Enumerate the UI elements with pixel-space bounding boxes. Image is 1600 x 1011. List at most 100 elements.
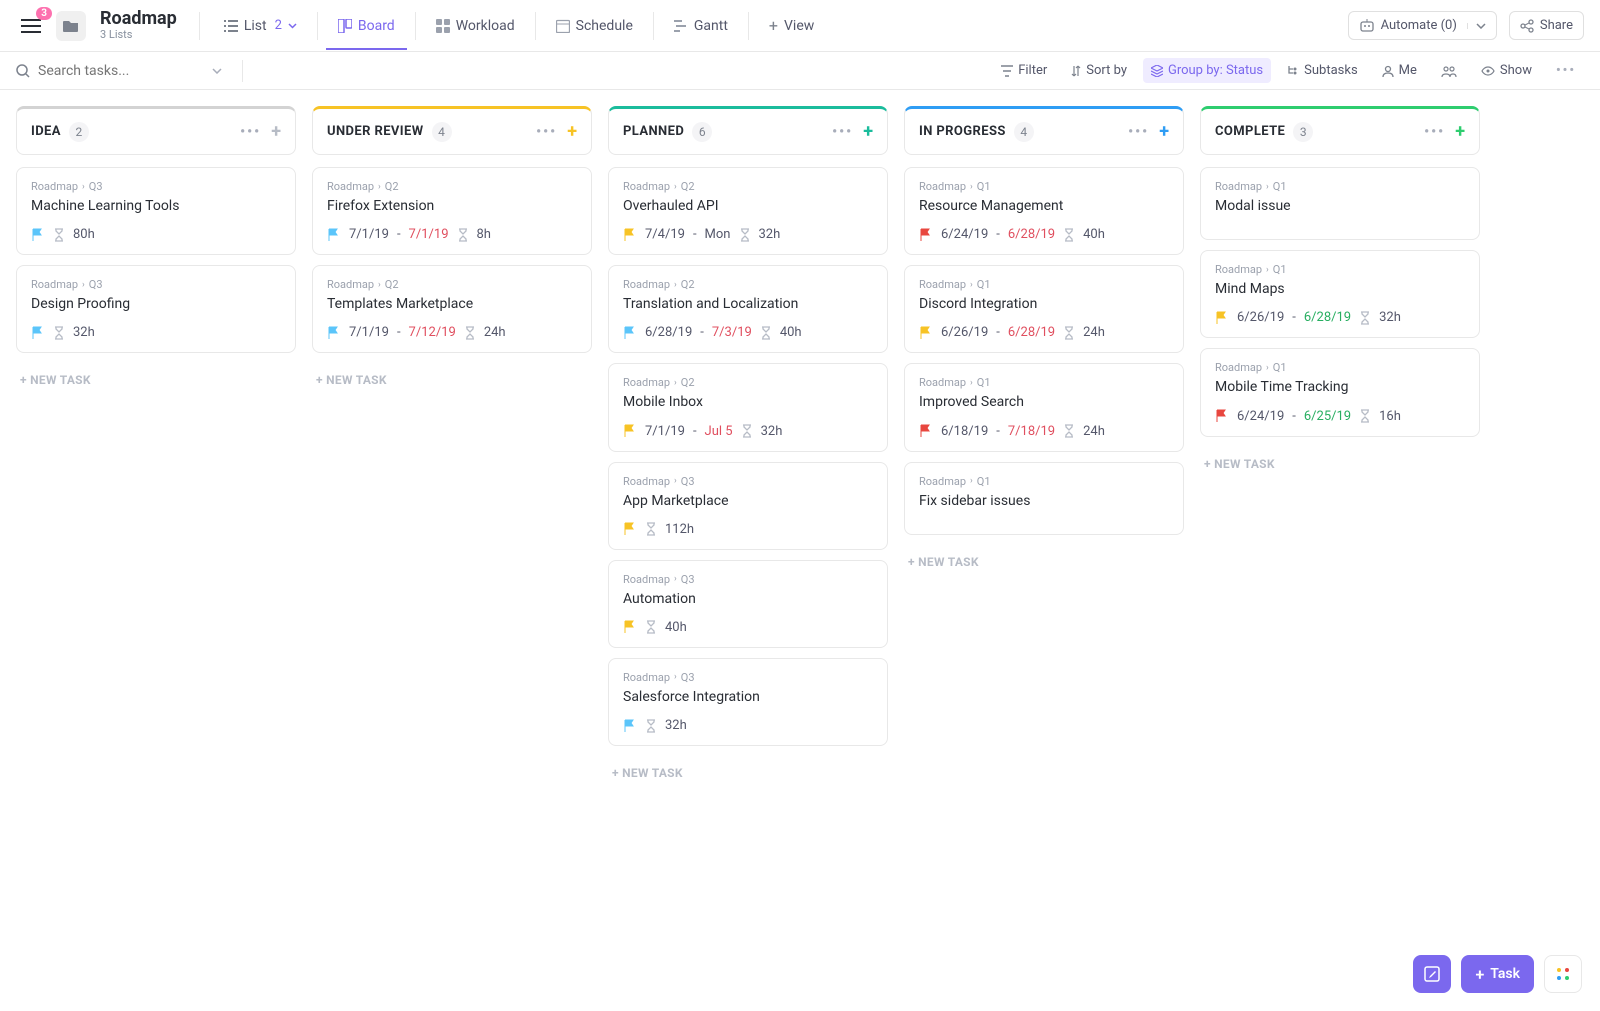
menu-button[interactable]: 3 xyxy=(16,11,46,41)
new-task-button[interactable]: + NEW TASK xyxy=(16,363,296,397)
more-button[interactable]: ••• xyxy=(1548,58,1584,83)
column-more-button[interactable]: ••• xyxy=(1424,124,1445,140)
flag-icon[interactable] xyxy=(327,326,341,340)
filter-button[interactable]: Filter xyxy=(993,58,1055,83)
flag-icon[interactable] xyxy=(623,719,637,733)
view-tab-gantt[interactable]: Gantt xyxy=(662,10,740,42)
card[interactable]: Roadmap›Q3 Salesforce Integration 32h xyxy=(608,658,888,746)
flag-icon[interactable] xyxy=(31,326,45,340)
flag-icon[interactable] xyxy=(919,228,933,242)
hourglass-icon xyxy=(739,228,751,242)
chevron-down-icon xyxy=(288,23,297,29)
card-title: Automation xyxy=(623,590,873,608)
search-input[interactable] xyxy=(38,63,198,79)
hourglass-icon xyxy=(457,228,469,242)
column-more-button[interactable]: ••• xyxy=(240,124,261,140)
automate-button[interactable]: Automate (0) xyxy=(1348,11,1497,40)
card[interactable]: Roadmap›Q3 App Marketplace 112h xyxy=(608,462,888,550)
card-title: Salesforce Integration xyxy=(623,688,873,706)
card-title: Modal issue xyxy=(1215,197,1465,215)
subtasks-button[interactable]: Subtasks xyxy=(1279,58,1366,83)
card[interactable]: Roadmap›Q3 Design Proofing 32h xyxy=(16,265,296,353)
card[interactable]: Roadmap›Q1 Discord Integration 6/26/19-6… xyxy=(904,265,1184,353)
group-button[interactable]: Group by: Status xyxy=(1143,58,1271,83)
show-label: Show xyxy=(1500,63,1532,78)
flag-icon[interactable] xyxy=(31,228,45,242)
view-tab-schedule[interactable]: Schedule xyxy=(544,10,645,42)
card-breadcrumb: Roadmap›Q3 xyxy=(623,475,873,488)
column-add-button[interactable]: + xyxy=(567,121,577,142)
divider xyxy=(317,12,318,40)
card[interactable]: Roadmap›Q1 Fix sidebar issues xyxy=(904,462,1184,535)
notepad-fab[interactable] xyxy=(1413,955,1451,993)
flag-icon[interactable] xyxy=(623,424,637,438)
column-add-button[interactable]: + xyxy=(1159,121,1169,142)
new-task-button[interactable]: + NEW TASK xyxy=(608,756,888,790)
card[interactable]: Roadmap›Q2 Templates Marketplace 7/1/19-… xyxy=(312,265,592,353)
card[interactable]: Roadmap›Q2 Firefox Extension 7/1/19-7/1/… xyxy=(312,167,592,255)
card[interactable]: Roadmap›Q2 Mobile Inbox 7/1/19-Jul 532h xyxy=(608,363,888,451)
card[interactable]: Roadmap›Q3 Automation 40h xyxy=(608,560,888,648)
card-breadcrumb: Roadmap›Q1 xyxy=(1215,263,1465,276)
card[interactable]: Roadmap›Q2 Overhauled API 7/4/19-Mon32h xyxy=(608,167,888,255)
card-title: Translation and Localization xyxy=(623,295,873,313)
task-fab[interactable]: + Task xyxy=(1461,955,1534,993)
card[interactable]: Roadmap›Q2 Translation and Localization … xyxy=(608,265,888,353)
assignees-button[interactable] xyxy=(1433,60,1465,82)
flag-icon[interactable] xyxy=(623,326,637,340)
card-date-start: 6/26/19 xyxy=(941,325,988,340)
card-title: Design Proofing xyxy=(31,295,281,313)
share-button[interactable]: Share xyxy=(1509,11,1584,40)
search-wrap[interactable] xyxy=(16,63,198,79)
share-label: Share xyxy=(1540,18,1573,33)
column-add-button[interactable]: + xyxy=(271,121,281,142)
card[interactable]: Roadmap›Q3 Machine Learning Tools 80h xyxy=(16,167,296,255)
people-icon xyxy=(1441,65,1457,77)
flag-icon[interactable] xyxy=(623,620,637,634)
column-add-button[interactable]: + xyxy=(863,121,873,142)
new-task-button[interactable]: + NEW TASK xyxy=(312,363,592,397)
column-count: 3 xyxy=(1293,122,1313,142)
column-more-button[interactable]: ••• xyxy=(1128,124,1149,140)
search-caret[interactable] xyxy=(206,68,228,74)
sort-icon xyxy=(1071,65,1081,77)
view-label: Board xyxy=(358,18,395,34)
column-more-button[interactable]: ••• xyxy=(832,124,853,140)
automate-caret[interactable] xyxy=(1467,23,1486,29)
view-tab-list[interactable]: List 2 xyxy=(212,10,309,42)
flag-icon[interactable] xyxy=(623,228,637,242)
flag-icon[interactable] xyxy=(919,424,933,438)
new-task-button[interactable]: + NEW TASK xyxy=(904,545,1184,579)
sort-button[interactable]: Sort by xyxy=(1063,58,1135,83)
card[interactable]: Roadmap›Q1 Mind Maps 6/26/19-6/28/1932h xyxy=(1200,250,1480,338)
card-title: App Marketplace xyxy=(623,492,873,510)
column-more-button[interactable]: ••• xyxy=(536,124,557,140)
show-button[interactable]: Show xyxy=(1473,58,1540,83)
flag-icon[interactable] xyxy=(623,522,637,536)
eye-icon xyxy=(1481,66,1495,76)
flag-icon[interactable] xyxy=(1215,409,1229,423)
card-breadcrumb: Roadmap›Q3 xyxy=(623,573,873,586)
card[interactable]: Roadmap›Q1 Mobile Time Tracking 6/24/19-… xyxy=(1200,348,1480,436)
card-breadcrumb: Roadmap›Q3 xyxy=(623,671,873,684)
add-view-button[interactable]: + View xyxy=(757,8,826,43)
view-tab-workload[interactable]: Workload xyxy=(424,10,527,42)
card-time: 32h xyxy=(665,718,687,733)
card-date-end: 6/28/19 xyxy=(1008,227,1055,242)
card[interactable]: Roadmap›Q1 Improved Search 6/18/19-7/18/… xyxy=(904,363,1184,451)
flag-icon[interactable] xyxy=(327,228,341,242)
column-header: PLANNED 6 ••• + xyxy=(608,106,888,155)
flag-icon[interactable] xyxy=(919,326,933,340)
folder-chip[interactable] xyxy=(56,11,86,41)
divider xyxy=(653,12,654,40)
plus-icon: + xyxy=(769,16,778,35)
me-button[interactable]: Me xyxy=(1374,58,1425,83)
card-date-start: 6/18/19 xyxy=(941,424,988,439)
view-tab-board[interactable]: Board xyxy=(326,10,407,50)
column-add-button[interactable]: + xyxy=(1455,121,1465,142)
card[interactable]: Roadmap›Q1 Resource Management 6/24/19-6… xyxy=(904,167,1184,255)
flag-icon[interactable] xyxy=(1215,311,1229,325)
card[interactable]: Roadmap›Q1 Modal issue xyxy=(1200,167,1480,240)
new-task-button[interactable]: + NEW TASK xyxy=(1200,447,1480,481)
apps-fab[interactable] xyxy=(1544,955,1582,993)
